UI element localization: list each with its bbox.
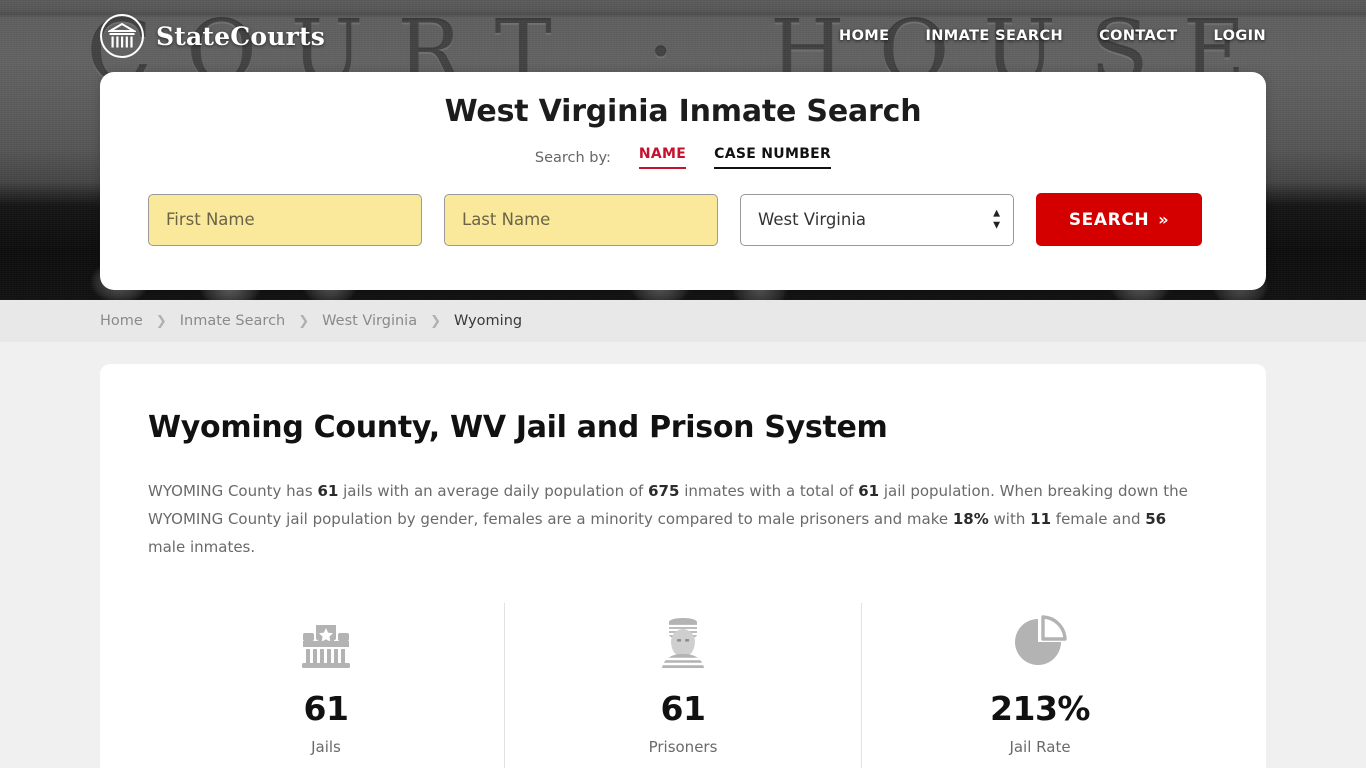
stat-jails-label: Jails	[311, 738, 341, 756]
breadcrumb-item-west-virginia[interactable]: West Virginia	[322, 313, 417, 329]
state-select-wrapper: West Virginia ▲ ▼	[740, 193, 1014, 246]
stat-jails-value: 61	[303, 689, 349, 728]
prisoner-icon	[505, 609, 861, 675]
main-nav: HOME INMATE SEARCH CONTACT LOGIN	[839, 28, 1266, 44]
stat-prisoners-label: Prisoners	[648, 738, 718, 756]
stat-prisoners-value: 61	[660, 689, 706, 728]
last-name-input[interactable]	[444, 193, 718, 246]
summary-text: jails with an average daily population o…	[338, 482, 649, 500]
content-wrapper: Wyoming County, WV Jail and Prison Syste…	[0, 342, 1366, 768]
summary-text: female and	[1051, 510, 1146, 528]
summary-male-count: 56	[1145, 510, 1167, 528]
nav-item-contact[interactable]: CONTACT	[1099, 28, 1177, 44]
county-summary-paragraph: WYOMING County has 61 jails with an aver…	[148, 477, 1208, 561]
nav-item-login[interactable]: LOGIN	[1214, 28, 1266, 44]
first-name-input[interactable]	[148, 193, 422, 246]
summary-female-count: 11	[1030, 510, 1052, 528]
summary-female-percent: 18%	[952, 510, 989, 528]
breadcrumb-item-home[interactable]: Home	[100, 313, 143, 329]
breadcrumb: Home ❯ Inmate Search ❯ West Virginia ❯ W…	[100, 313, 522, 329]
inmate-search-card: West Virginia Inmate Search Search by: N…	[100, 72, 1266, 290]
chevron-right-icon: ❯	[298, 313, 310, 329]
stat-jail-rate: 213% Jail Rate	[861, 603, 1218, 768]
search-by-label: Search by:	[534, 149, 611, 166]
chevron-right-icon: ❯	[430, 313, 441, 329]
summary-text: male inmates.	[148, 538, 256, 556]
tab-case-number[interactable]: CASE NUMBER	[714, 146, 832, 169]
summary-avg-daily-population: 675	[648, 482, 680, 500]
stat-prisoners: 61 Prisoners	[504, 603, 861, 768]
summary-text: with	[988, 510, 1031, 528]
breadcrumb-item-inmate-search[interactable]: Inmate Search	[180, 313, 286, 329]
chevron-right-icon: ❯	[155, 313, 167, 329]
courthouse-icon	[100, 14, 144, 58]
stat-jail-rate-value: 213%	[990, 689, 1090, 728]
statistics-row: 61 Jails 61 Prisoners 213% Jail Rate	[148, 603, 1218, 768]
search-fields-row: West Virginia ▲▼ SEARCH »	[148, 193, 1218, 246]
breadcrumb-item-current: Wyoming	[454, 313, 523, 329]
search-button-label: SEARCH	[1068, 209, 1150, 230]
summary-text: WYOMING County has	[148, 482, 318, 500]
brand-name: StateCourts	[156, 21, 325, 51]
stat-jails: 61 Jails	[148, 603, 504, 768]
summary-text: inmates with a total of	[679, 482, 859, 500]
top-navigation-bar: StateCourts HOME INMATE SEARCH CONTACT L…	[0, 0, 1366, 72]
page-title: Wyoming County, WV Jail and Prison Syste…	[148, 410, 888, 445]
state-select[interactable]: West Virginia	[740, 193, 1014, 246]
breadcrumb-bar: Home ❯ Inmate Search ❯ West Virginia ❯ W…	[0, 300, 1366, 342]
double-chevron-right-icon: »	[1158, 209, 1170, 229]
nav-item-home[interactable]: HOME	[839, 28, 889, 44]
pie-chart-icon	[862, 609, 1218, 675]
search-submit-button[interactable]: SEARCH »	[1036, 193, 1202, 246]
nav-item-inmate-search[interactable]: INMATE SEARCH	[925, 28, 1063, 44]
summary-total-jail-population: 61	[858, 482, 880, 500]
hero-banner: COURT · HOUSE StateCourts HOME INMATE SE…	[0, 0, 1366, 300]
stat-jail-rate-label: Jail Rate	[1009, 738, 1071, 756]
tab-name[interactable]: NAME	[638, 146, 687, 169]
search-by-row: Search by: NAME CASE NUMBER	[148, 146, 1218, 169]
jail-building-icon	[148, 609, 504, 675]
content-card: Wyoming County, WV Jail and Prison Syste…	[100, 364, 1266, 768]
brand-logo-link[interactable]: StateCourts	[100, 14, 325, 58]
summary-jails-count: 61	[317, 482, 339, 500]
search-card-title: West Virginia Inmate Search	[444, 94, 922, 129]
